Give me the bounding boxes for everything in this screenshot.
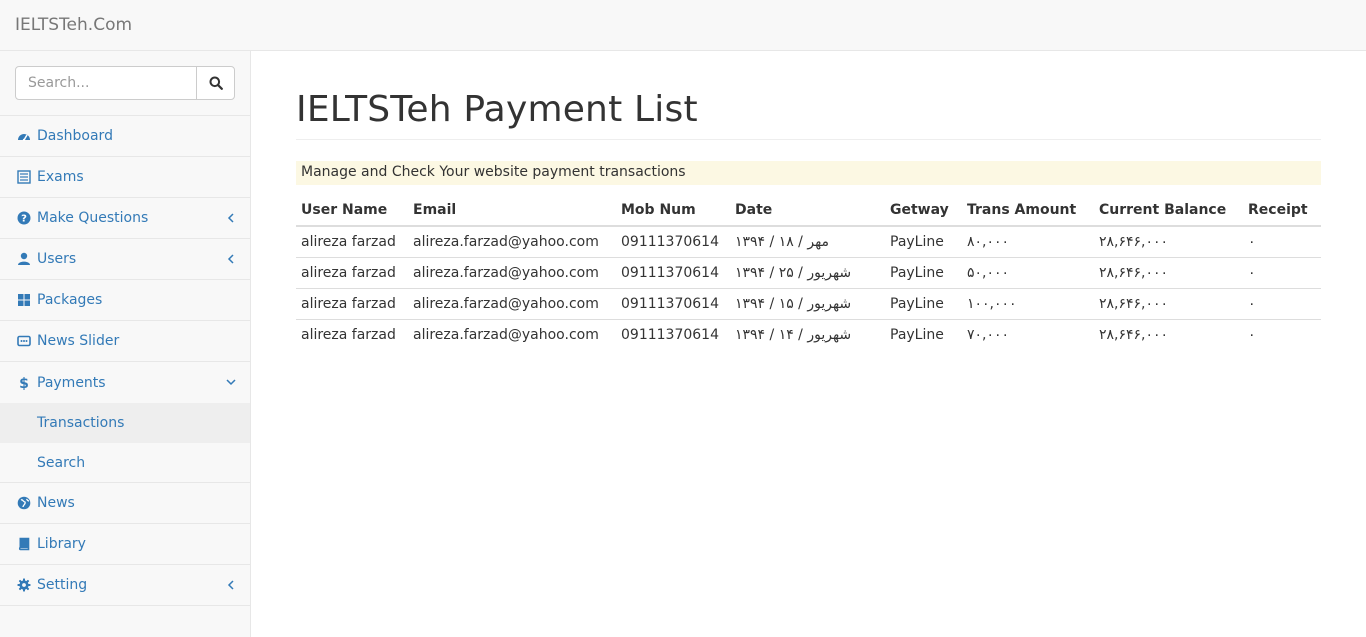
cell-date: ۱۳۹۴ / ۱۵ / شهریور [730, 287, 885, 319]
sidebar-item-label: Setting [37, 577, 88, 593]
cell-current-balance: ۲۸,۶۴۶,۰۰۰ [1094, 287, 1243, 319]
chevron-left-icon [226, 252, 236, 266]
sidebar-item-label: Packages [37, 292, 103, 308]
cell-date: ۱۳۹۴ / ۱۸ / مهر [735, 233, 830, 250]
dollar-icon: $ [17, 376, 31, 390]
sidebar-item-label: News [37, 495, 75, 511]
cell-current-balance: ۲۸,۶۴۶,۰۰۰ [1094, 256, 1243, 288]
column-header: Date [730, 194, 885, 227]
brand-link[interactable]: IELTSTeh.Com [15, 15, 132, 35]
search-icon [209, 76, 223, 90]
cell-mobile: 09111370614 [621, 233, 719, 250]
list-icon [17, 170, 31, 184]
chevron-left-icon [226, 211, 236, 225]
table-row: alireza farzad alireza.farzad@yahoo.com … [296, 256, 1321, 288]
sidebar-item-news[interactable]: News [0, 483, 250, 524]
cell-trans-amount: ۵۰,۰۰۰ [962, 256, 1094, 288]
cell-date: ۱۳۹۴ / ۲۵ / شهریور [730, 256, 885, 288]
gear-icon [17, 578, 31, 592]
sidebar-item-make-questions[interactable]: ? Make Questions [0, 198, 250, 239]
cell-mobile: 09111370614 [616, 318, 730, 350]
sidebar: Dashboard Exams ? Make Questions Users P… [0, 51, 251, 637]
cell-gateway: PayLine [885, 256, 962, 288]
sidebar-item-exams[interactable]: Exams [0, 157, 250, 198]
sidebar-item-label: Users [37, 251, 77, 267]
user-icon [17, 252, 31, 266]
grid-icon [17, 293, 31, 307]
top-navbar: IELTSTeh.Com [0, 0, 1366, 51]
cell-current-balance: ۲۸,۶۴۶,۰۰۰ [1099, 233, 1169, 250]
cell-user-name: alireza farzad [301, 233, 396, 250]
cell-trans-amount: ۸۰,۰۰۰ [967, 233, 1010, 250]
page-title: IELTSTeh Payment List [296, 89, 698, 130]
table-row: alireza farzad alireza.farzad@yahoo.com … [296, 226, 1321, 257]
svg-text:?: ? [21, 214, 27, 225]
cell-trans-amount: ۷۰,۰۰۰ [962, 318, 1094, 350]
cell-current-balance: ۲۸,۶۴۶,۰۰۰ [1094, 318, 1243, 350]
column-header: Receipt [1243, 194, 1321, 227]
cell-user-name: alireza farzad [296, 287, 408, 319]
sidebar-item-dashboard[interactable]: Dashboard [0, 116, 250, 157]
sidebar-item-setting[interactable]: Setting [0, 565, 250, 606]
column-header: Current Balance [1094, 194, 1243, 227]
sidebar-search [0, 51, 250, 116]
cell-receipt: ۰ [1243, 287, 1321, 319]
column-header: Mob Num [616, 194, 730, 227]
cell-mobile: 09111370614 [616, 287, 730, 319]
sidebar-subitem-transactions[interactable]: Transactions [0, 403, 250, 443]
info-notice: Manage and Check Your website payment tr… [296, 161, 1321, 185]
cell-gateway: PayLine [885, 318, 962, 350]
svg-text:$: $ [19, 376, 29, 390]
cell-email: alireza.farzad@yahoo.com [408, 256, 616, 288]
column-header: Email [408, 194, 616, 227]
cell-receipt: ۰ [1248, 233, 1256, 250]
title-divider [296, 139, 1321, 140]
sidebar-subitem-search[interactable]: Search [0, 443, 250, 483]
table-header-row: User Name Email Mob Num Date Getway Tran… [296, 194, 1321, 227]
sidebar-item-users[interactable]: Users [0, 239, 250, 280]
cell-user-name: alireza farzad [296, 256, 408, 288]
sidebar-item-label: Dashboard [37, 128, 113, 144]
column-header: Trans Amount [962, 194, 1094, 227]
cell-trans-amount: ۱۰۰,۰۰۰ [962, 287, 1094, 319]
table-row: alireza farzad alireza.farzad@yahoo.com … [296, 318, 1321, 350]
slider-icon [17, 334, 31, 348]
main-content: IELTSTeh Payment List Manage and Check Y… [251, 51, 1366, 637]
cell-user-name: alireza farzad [296, 318, 408, 350]
search-button[interactable] [196, 66, 235, 100]
sidebar-item-library[interactable]: Library [0, 524, 250, 565]
cell-date: ۱۳۹۴ / ۱۴ / شهریور [730, 318, 885, 350]
cell-gateway: PayLine [885, 287, 962, 319]
column-header: Getway [885, 194, 962, 227]
cell-receipt: ۰ [1243, 256, 1321, 288]
sidebar-item-label: Exams [37, 169, 84, 185]
cell-email: alireza.farzad@yahoo.com [413, 233, 599, 250]
sidebar-item-news-slider[interactable]: News Slider [0, 321, 250, 362]
cell-receipt: ۰ [1243, 318, 1321, 350]
sidebar-item-label: Payments [37, 374, 106, 391]
table-row: alireza farzad alireza.farzad@yahoo.com … [296, 287, 1321, 319]
payments-table: User Name Email Mob Num Date Getway Tran… [296, 194, 1321, 350]
question-icon: ? [17, 211, 31, 225]
cell-gateway: PayLine [890, 233, 944, 250]
sidebar-item-label: Library [37, 536, 86, 552]
search-input[interactable] [15, 66, 197, 100]
sidebar-item-label: News Slider [37, 333, 120, 349]
cell-mobile: 09111370614 [616, 256, 730, 288]
sidebar-item-label: Make Questions [37, 210, 149, 226]
cell-email: alireza.farzad@yahoo.com [408, 287, 616, 319]
sidebar-item-payments[interactable]: $ Payments [0, 362, 250, 403]
dashboard-icon [17, 129, 31, 143]
cell-email: alireza.farzad@yahoo.com [408, 318, 616, 350]
globe-icon [17, 496, 31, 510]
chevron-down-icon [226, 375, 236, 389]
book-icon [17, 537, 31, 551]
chevron-left-icon [226, 578, 236, 592]
column-header: User Name [296, 194, 408, 227]
sidebar-item-packages[interactable]: Packages [0, 280, 250, 321]
